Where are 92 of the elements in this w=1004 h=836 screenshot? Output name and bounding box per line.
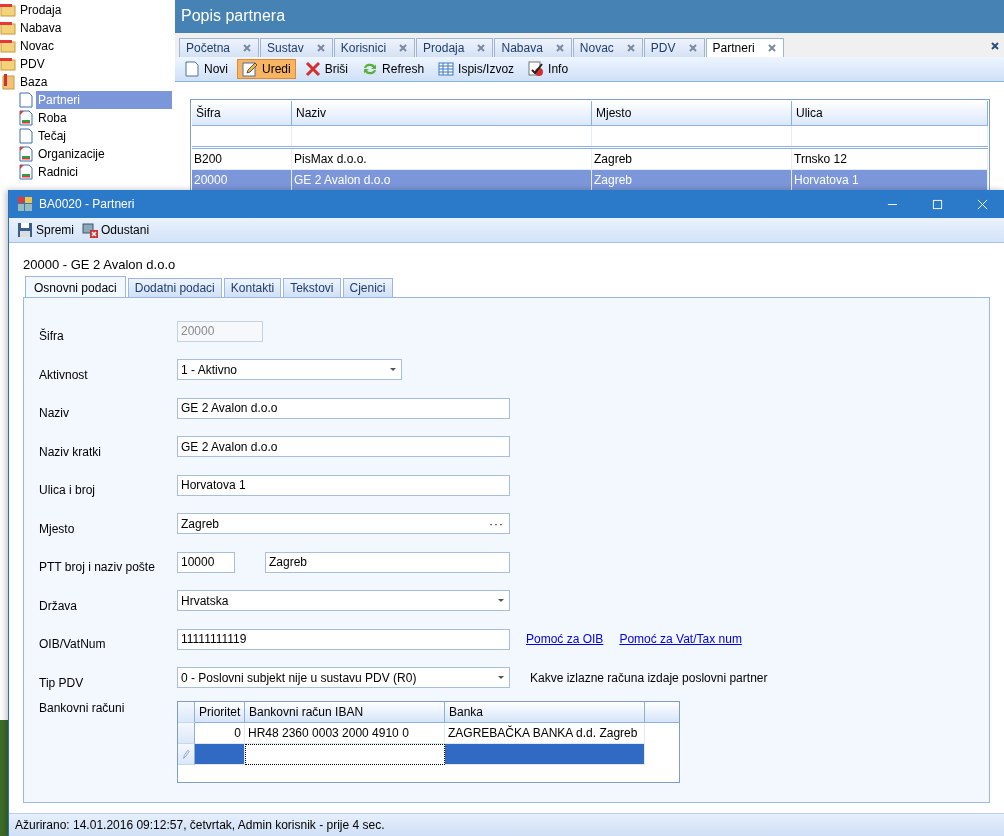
tree-item[interactable]: PDV (18, 55, 172, 73)
document-tab[interactable]: Sustav (260, 38, 333, 57)
field-label: Mjesto (39, 520, 76, 536)
field-label: OIB/VatNum (39, 636, 107, 652)
field-label: Naziv (39, 405, 70, 421)
dropdown-field[interactable]: 0 - Poslovni subjekt nije u sustavu PDV (R0) (177, 667, 510, 689)
page-icon (18, 128, 34, 144)
form-tab[interactable]: Kontakti (223, 278, 282, 297)
close-icon[interactable] (990, 41, 1000, 51)
toolbar-button[interactable]: Briši (299, 59, 354, 79)
text-field[interactable]: Horvatova 1 (177, 474, 510, 496)
tree-item[interactable]: Roba (36, 109, 172, 127)
field-label: PTT broj i naziv pošte (39, 559, 156, 575)
record-heading: 20000 - GE 2 Avalon d.o.o (23, 257, 177, 272)
delete-icon (304, 61, 321, 77)
report-icon (18, 110, 34, 126)
toolbar-button[interactable]: Uredi (237, 59, 296, 79)
report-icon (18, 164, 34, 180)
caret-icon (390, 368, 396, 372)
page-icon (184, 61, 200, 77)
toolbar-button[interactable]: Info (523, 59, 574, 79)
text-field[interactable]: GE 2 Avalon d.o.o (177, 397, 510, 419)
column-header[interactable]: Bankovni račun IBAN (245, 702, 445, 723)
tree-item[interactable]: Nabava (18, 19, 172, 37)
form-tab[interactable]: Cjenici (342, 278, 393, 297)
pencil-icon (182, 748, 190, 760)
tree-item[interactable]: Prodaja (18, 1, 172, 19)
document-tab[interactable]: PDV (643, 38, 705, 57)
lookup-field[interactable]: Zagreb ··· (177, 513, 510, 535)
toolbar-button[interactable]: Odustani (80, 221, 152, 239)
toolbar-button[interactable]: Novi (179, 59, 233, 79)
document-tab[interactable]: Početna (179, 38, 260, 57)
text-field[interactable]: 11111111119 (177, 628, 510, 650)
row-header (178, 702, 195, 723)
panel-title: Popis partnera (175, 0, 1004, 33)
toolbar-button[interactable]: Ispis/Izvoz (433, 59, 520, 79)
tree-item[interactable]: Novac (18, 37, 172, 55)
document-tab[interactable]: Korisnici (333, 38, 416, 57)
form-tab[interactable]: Osnovni podaci (25, 276, 126, 297)
column-header[interactable]: Šifra (192, 101, 292, 126)
field-label: Ulica i broj (39, 482, 96, 498)
row-header[interactable] (178, 744, 195, 765)
refresh-icon (362, 61, 379, 77)
page-icon (18, 92, 34, 108)
column-header[interactable]: Ulica (792, 101, 988, 126)
book-icon (0, 74, 16, 90)
form-tab[interactable]: Dodatni podaci (127, 278, 222, 297)
field-label: Država (39, 597, 78, 613)
toolbar-button[interactable]: Refresh (357, 59, 430, 79)
caret-icon (498, 676, 504, 680)
checklist-icon (528, 61, 545, 77)
tree-item[interactable]: Tečaj (36, 127, 172, 145)
close-icon[interactable] (766, 43, 777, 53)
field-label: Šifra (39, 327, 65, 344)
column-header[interactable]: Banka (445, 702, 645, 723)
folder-icon (0, 38, 16, 54)
caret-icon (498, 599, 504, 603)
app-icon (17, 196, 33, 212)
document-tab[interactable]: Prodaja (416, 38, 494, 57)
tree-item[interactable]: Radnici (36, 163, 172, 181)
field-label: Naziv kratki (39, 443, 102, 459)
column-header[interactable]: Naziv (292, 101, 592, 126)
status-bar: Ažurirano: 14.01.2016 09:12:57, četvrtak, Admin korisnik - prije 4 sec. (9, 813, 1004, 836)
dropdown-field[interactable]: 1 - Aktivno (177, 359, 402, 381)
document-tab[interactable]: Nabava (494, 38, 572, 57)
row-header[interactable] (178, 723, 195, 744)
field-label: Aktivnost (39, 366, 89, 382)
pencil-icon (242, 61, 258, 77)
folder-icon (0, 2, 16, 18)
column-header[interactable]: Mjesto (592, 101, 792, 126)
field-hint: Kakve izlazne računa izdaje poslovni partner (530, 670, 768, 685)
table-icon (438, 61, 455, 77)
document-tab[interactable]: Partneri (705, 38, 784, 57)
window-title: BA0020 - Partneri (39, 197, 135, 211)
post-office-field[interactable]: Zagreb (265, 551, 510, 573)
cancel-icon (82, 222, 98, 238)
column-header[interactable]: Prioritet (195, 702, 245, 723)
field-label: Tip PDV (39, 674, 85, 690)
dropdown-field[interactable]: Hrvatska (177, 590, 510, 612)
folder-icon (0, 20, 16, 36)
text-field[interactable]: GE 2 Avalon d.o.o (177, 436, 510, 458)
folder-icon (0, 56, 16, 72)
toolbar-button[interactable]: Spremi (15, 221, 76, 239)
postal-code-field[interactable]: 10000 (177, 551, 235, 573)
help-link[interactable]: Pomoć za OIB (526, 632, 604, 647)
form-tab[interactable]: Tekstovi (283, 278, 341, 297)
tree-item[interactable]: Organizacije (36, 145, 172, 163)
help-link[interactable]: Pomoć za Vat/Tax num (619, 632, 742, 647)
report-icon (18, 146, 34, 162)
field-label: Bankovni računi (39, 701, 126, 715)
document-tab[interactable]: Novac (572, 38, 643, 57)
tree-item[interactable]: Baza (18, 73, 172, 91)
